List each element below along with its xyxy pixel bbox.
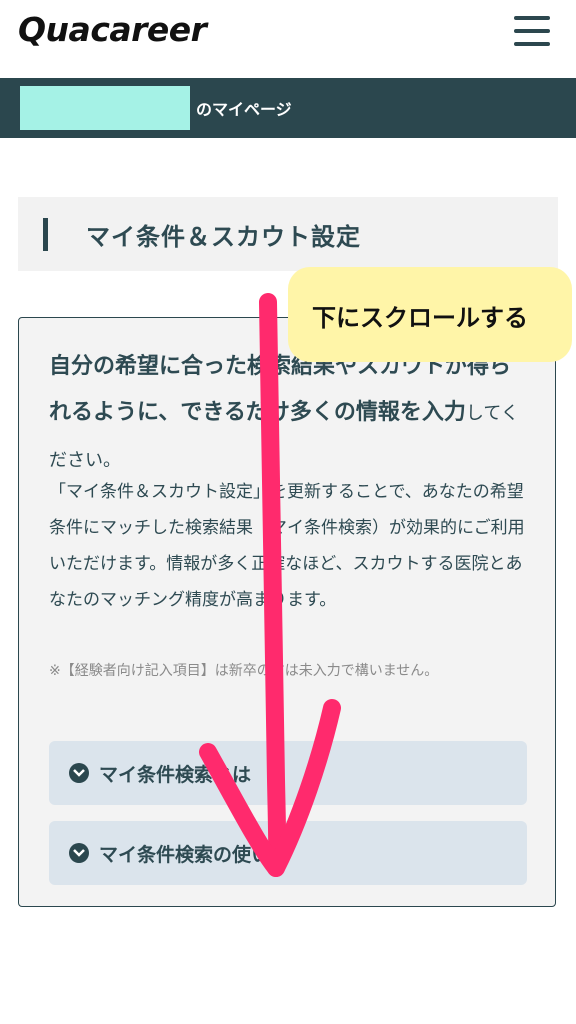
note-text: ※【経験者向け記入項目】は新卒の方は未入力で構いません。: [49, 663, 439, 679]
accordion-what-is-my-search[interactable]: マイ条件検索とは: [49, 741, 527, 805]
heading-accent-bar: [43, 218, 48, 251]
section-title: マイ条件＆スカウト設定: [86, 223, 361, 251]
chevron-down-icon: [69, 763, 89, 783]
logo[interactable]: Quacareer: [18, 10, 207, 49]
lead-text: 自分の希望に合った検索結果やスカウトが得られるように、できるだけ多くの情報を入力…: [49, 344, 529, 484]
accordion-label: マイ条件検索とは: [99, 764, 252, 786]
hamburger-icon[interactable]: [514, 14, 552, 50]
callout-text: 下にスクロールする: [312, 304, 528, 332]
chevron-down-icon: [69, 843, 89, 863]
masked-username: [20, 86, 190, 130]
accordion-how-to-use[interactable]: マイ条件検索の使い方: [49, 821, 527, 885]
header: Quacareer: [0, 0, 576, 78]
lead-bold: 自分の希望に合った検索結果やスカウトが得られるように、できるだけ多くの情報を入力: [49, 354, 512, 425]
accordion-label: マイ条件検索の使い方: [99, 844, 290, 866]
info-card: 自分の希望に合った検索結果やスカウトが得られるように、できるだけ多くの情報を入力…: [18, 317, 556, 907]
section-heading: マイ条件＆スカウト設定: [18, 197, 558, 271]
body-text: 「マイ条件＆スカウト設定」を更新することで、あなたの希望条件にマッチした検索結果…: [49, 482, 525, 610]
mypage-label: のマイページ: [196, 100, 292, 119]
scroll-callout: 下にスクロールする: [288, 267, 572, 362]
user-bar: のマイページ: [0, 78, 576, 138]
